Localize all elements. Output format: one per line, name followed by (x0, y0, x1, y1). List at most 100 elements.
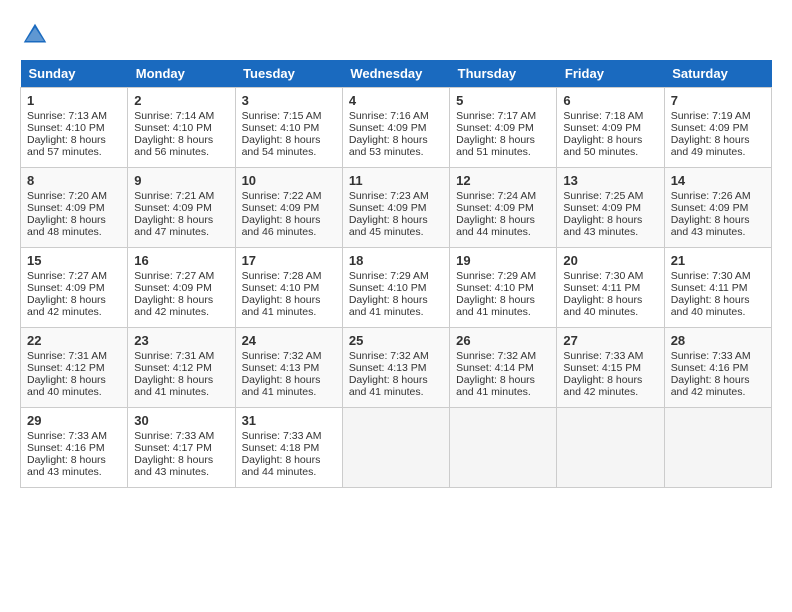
day-number: 6 (563, 93, 657, 108)
day-number: 2 (134, 93, 228, 108)
calendar-day-cell: 19 Sunrise: 7:29 AM Sunset: 4:10 PM Dayl… (450, 248, 557, 328)
calendar-day-cell (557, 408, 664, 488)
sunrise-text: Sunrise: 7:33 AM (242, 430, 322, 442)
sunset-text: Sunset: 4:09 PM (349, 122, 427, 134)
sunrise-text: Sunrise: 7:27 AM (134, 270, 214, 282)
sunrise-text: Sunrise: 7:20 AM (27, 190, 107, 202)
daylight-text: Daylight: 8 hours and 43 minutes. (134, 454, 213, 478)
day-number: 25 (349, 333, 443, 348)
sunset-text: Sunset: 4:09 PM (671, 122, 749, 134)
weekday-header: Monday (128, 60, 235, 88)
daylight-text: Daylight: 8 hours and 42 minutes. (134, 294, 213, 318)
daylight-text: Daylight: 8 hours and 43 minutes. (563, 214, 642, 238)
day-number: 12 (456, 173, 550, 188)
calendar-day-cell: 8 Sunrise: 7:20 AM Sunset: 4:09 PM Dayli… (21, 168, 128, 248)
header (20, 20, 772, 50)
day-number: 18 (349, 253, 443, 268)
sunrise-text: Sunrise: 7:32 AM (456, 350, 536, 362)
sunrise-text: Sunrise: 7:27 AM (27, 270, 107, 282)
sunset-text: Sunset: 4:12 PM (27, 362, 105, 374)
sunrise-text: Sunrise: 7:25 AM (563, 190, 643, 202)
calendar-day-cell: 6 Sunrise: 7:18 AM Sunset: 4:09 PM Dayli… (557, 88, 664, 168)
calendar-day-cell: 18 Sunrise: 7:29 AM Sunset: 4:10 PM Dayl… (342, 248, 449, 328)
day-number: 24 (242, 333, 336, 348)
weekday-header: Wednesday (342, 60, 449, 88)
daylight-text: Daylight: 8 hours and 42 minutes. (563, 374, 642, 398)
sunrise-text: Sunrise: 7:30 AM (563, 270, 643, 282)
daylight-text: Daylight: 8 hours and 40 minutes. (671, 294, 750, 318)
daylight-text: Daylight: 8 hours and 53 minutes. (349, 134, 428, 158)
sunset-text: Sunset: 4:10 PM (242, 282, 320, 294)
day-number: 22 (27, 333, 121, 348)
calendar-day-cell: 29 Sunrise: 7:33 AM Sunset: 4:16 PM Dayl… (21, 408, 128, 488)
daylight-text: Daylight: 8 hours and 46 minutes. (242, 214, 321, 238)
day-number: 4 (349, 93, 443, 108)
day-number: 10 (242, 173, 336, 188)
calendar-day-cell: 16 Sunrise: 7:27 AM Sunset: 4:09 PM Dayl… (128, 248, 235, 328)
sunset-text: Sunset: 4:10 PM (242, 122, 320, 134)
calendar-day-cell: 15 Sunrise: 7:27 AM Sunset: 4:09 PM Dayl… (21, 248, 128, 328)
day-number: 19 (456, 253, 550, 268)
calendar-day-cell: 5 Sunrise: 7:17 AM Sunset: 4:09 PM Dayli… (450, 88, 557, 168)
sunset-text: Sunset: 4:11 PM (563, 282, 640, 294)
weekday-header: Sunday (21, 60, 128, 88)
sunset-text: Sunset: 4:11 PM (671, 282, 748, 294)
day-number: 17 (242, 253, 336, 268)
daylight-text: Daylight: 8 hours and 40 minutes. (27, 374, 106, 398)
sunrise-text: Sunrise: 7:15 AM (242, 110, 322, 122)
sunset-text: Sunset: 4:09 PM (349, 202, 427, 214)
calendar-day-cell: 25 Sunrise: 7:32 AM Sunset: 4:13 PM Dayl… (342, 328, 449, 408)
daylight-text: Daylight: 8 hours and 43 minutes. (671, 214, 750, 238)
calendar-day-cell: 9 Sunrise: 7:21 AM Sunset: 4:09 PM Dayli… (128, 168, 235, 248)
day-number: 31 (242, 413, 336, 428)
calendar-day-cell: 10 Sunrise: 7:22 AM Sunset: 4:09 PM Dayl… (235, 168, 342, 248)
daylight-text: Daylight: 8 hours and 41 minutes. (456, 294, 535, 318)
calendar-body: 1 Sunrise: 7:13 AM Sunset: 4:10 PM Dayli… (21, 88, 772, 488)
day-number: 20 (563, 253, 657, 268)
day-number: 23 (134, 333, 228, 348)
calendar-day-cell: 11 Sunrise: 7:23 AM Sunset: 4:09 PM Dayl… (342, 168, 449, 248)
calendar-table: SundayMondayTuesdayWednesdayThursdayFrid… (20, 60, 772, 488)
calendar-week-row: 15 Sunrise: 7:27 AM Sunset: 4:09 PM Dayl… (21, 248, 772, 328)
day-number: 13 (563, 173, 657, 188)
daylight-text: Daylight: 8 hours and 42 minutes. (671, 374, 750, 398)
calendar-day-cell: 2 Sunrise: 7:14 AM Sunset: 4:10 PM Dayli… (128, 88, 235, 168)
page-container: SundayMondayTuesdayWednesdayThursdayFrid… (20, 20, 772, 488)
sunset-text: Sunset: 4:09 PM (671, 202, 749, 214)
weekday-header: Friday (557, 60, 664, 88)
sunset-text: Sunset: 4:09 PM (456, 122, 534, 134)
day-number: 14 (671, 173, 765, 188)
sunrise-text: Sunrise: 7:30 AM (671, 270, 751, 282)
day-number: 8 (27, 173, 121, 188)
sunset-text: Sunset: 4:14 PM (456, 362, 534, 374)
sunrise-text: Sunrise: 7:21 AM (134, 190, 214, 202)
daylight-text: Daylight: 8 hours and 50 minutes. (563, 134, 642, 158)
day-number: 3 (242, 93, 336, 108)
sunrise-text: Sunrise: 7:19 AM (671, 110, 751, 122)
daylight-text: Daylight: 8 hours and 41 minutes. (242, 374, 321, 398)
sunrise-text: Sunrise: 7:32 AM (242, 350, 322, 362)
calendar-header-row: SundayMondayTuesdayWednesdayThursdayFrid… (21, 60, 772, 88)
calendar-day-cell: 3 Sunrise: 7:15 AM Sunset: 4:10 PM Dayli… (235, 88, 342, 168)
daylight-text: Daylight: 8 hours and 56 minutes. (134, 134, 213, 158)
daylight-text: Daylight: 8 hours and 41 minutes. (242, 294, 321, 318)
calendar-day-cell: 22 Sunrise: 7:31 AM Sunset: 4:12 PM Dayl… (21, 328, 128, 408)
sunset-text: Sunset: 4:09 PM (27, 282, 105, 294)
sunrise-text: Sunrise: 7:26 AM (671, 190, 751, 202)
calendar-week-row: 1 Sunrise: 7:13 AM Sunset: 4:10 PM Dayli… (21, 88, 772, 168)
sunrise-text: Sunrise: 7:33 AM (134, 430, 214, 442)
sunrise-text: Sunrise: 7:33 AM (27, 430, 107, 442)
logo-icon (20, 20, 50, 50)
daylight-text: Daylight: 8 hours and 47 minutes. (134, 214, 213, 238)
calendar-day-cell: 1 Sunrise: 7:13 AM Sunset: 4:10 PM Dayli… (21, 88, 128, 168)
daylight-text: Daylight: 8 hours and 41 minutes. (456, 374, 535, 398)
calendar-day-cell: 26 Sunrise: 7:32 AM Sunset: 4:14 PM Dayl… (450, 328, 557, 408)
calendar-day-cell: 14 Sunrise: 7:26 AM Sunset: 4:09 PM Dayl… (664, 168, 771, 248)
sunrise-text: Sunrise: 7:28 AM (242, 270, 322, 282)
calendar-day-cell (342, 408, 449, 488)
sunrise-text: Sunrise: 7:23 AM (349, 190, 429, 202)
weekday-header: Saturday (664, 60, 771, 88)
day-number: 21 (671, 253, 765, 268)
calendar-day-cell: 4 Sunrise: 7:16 AM Sunset: 4:09 PM Dayli… (342, 88, 449, 168)
day-number: 11 (349, 173, 443, 188)
